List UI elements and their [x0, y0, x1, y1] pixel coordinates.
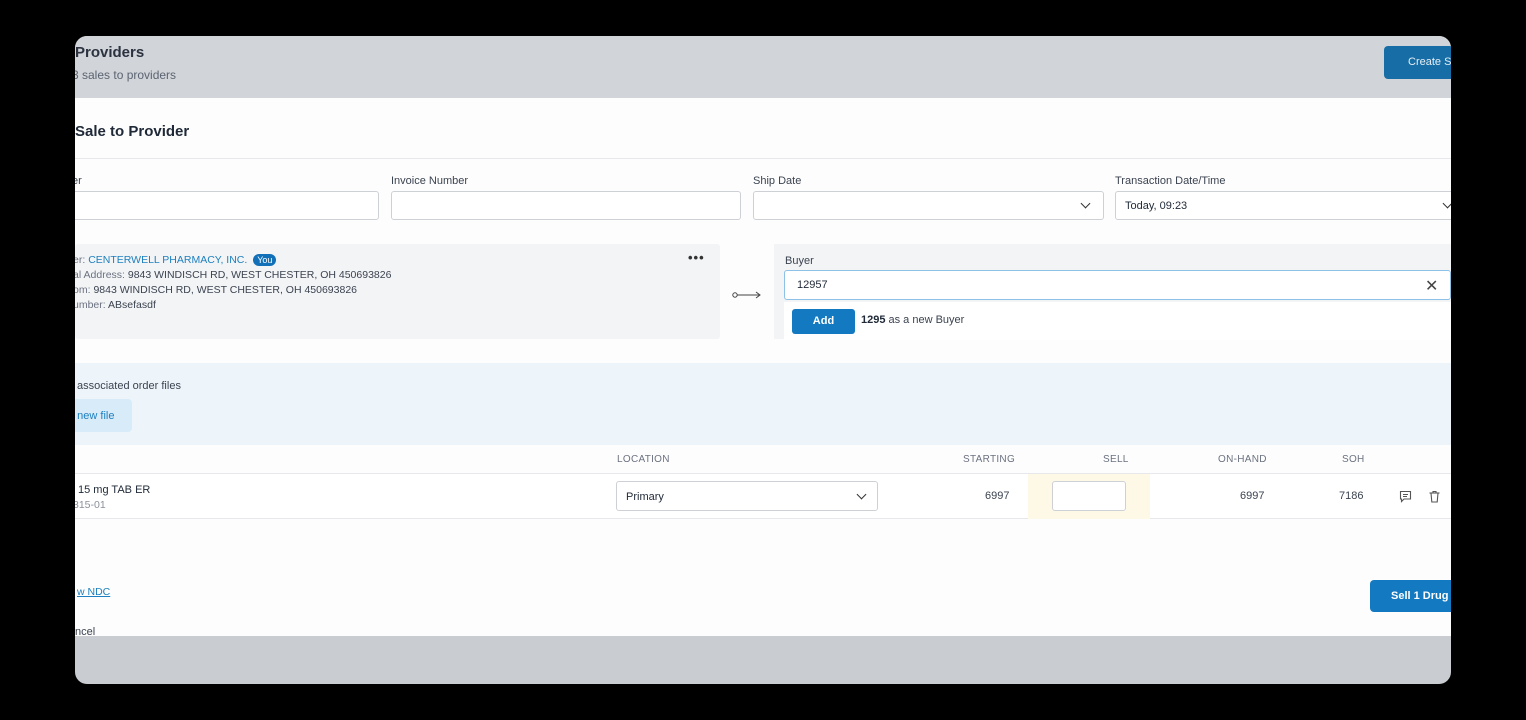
- order-files-label: associated order files: [77, 380, 181, 392]
- you-badge: You: [253, 254, 277, 266]
- page-header: Providers 3 sales to providers Create S: [75, 36, 1451, 98]
- first-field-label: er: [75, 175, 82, 187]
- seller-address-line: al Address: 9843 WINDISCH RD, WEST CHEST…: [75, 269, 391, 281]
- sale-modal: Sale to Provider er Invoice Number Ship …: [75, 98, 1451, 638]
- page-subtitle: 3 sales to providers: [75, 68, 177, 82]
- add-buyer-text: 1295 as a new Buyer: [861, 314, 964, 326]
- location-select[interactable]: Primary: [616, 481, 878, 511]
- modal-title: Sale to Provider: [75, 123, 190, 140]
- comment-icon[interactable]: [1399, 490, 1412, 503]
- seller-name-link[interactable]: CENTERWELL PHARMACY, INC.: [88, 254, 247, 266]
- more-options-icon[interactable]: •••: [688, 250, 705, 265]
- drug-name: 15 mg TAB ER: [78, 484, 151, 496]
- invoice-label: Invoice Number: [391, 175, 469, 187]
- transaction-label: Transaction Date/Time: [1115, 175, 1226, 187]
- first-field-input[interactable]: [75, 191, 379, 220]
- ship-date-select[interactable]: [753, 191, 1104, 220]
- order-files-section: associated order files d new file: [75, 363, 1451, 445]
- drug-code: 315-01: [75, 499, 106, 511]
- buyer-suggestion: Add 1295 as a new Buyer: [784, 302, 1451, 340]
- ship-from-address: 9843 WINDISCH RD, WEST CHESTER, OH 45069…: [93, 284, 357, 296]
- ship-date-label: Ship Date: [753, 175, 802, 187]
- seller-address: 9843 WINDISCH RD, WEST CHESTER, OH 45069…: [127, 269, 392, 281]
- seller-number-line: umber: ABsefasdf: [75, 299, 156, 311]
- sell-input[interactable]: [1052, 481, 1126, 511]
- cancel-button[interactable]: ncel: [75, 626, 95, 638]
- buyer-input[interactable]: 12957 ✕: [784, 270, 1451, 300]
- chevron-down-icon: [1080, 198, 1091, 209]
- buyer-card: Buyer 12957 ✕ Add 1295 as a new Buyer: [774, 244, 1451, 340]
- create-sale-button[interactable]: Create S: [1384, 46, 1451, 79]
- header-soh: SOH: [1342, 454, 1365, 465]
- onhand-value: 6997: [1240, 490, 1265, 502]
- close-icon[interactable]: ✕: [1425, 276, 1438, 296]
- header-onhand: ON-HAND: [1218, 454, 1267, 465]
- add-new-file-button[interactable]: d new file: [75, 399, 132, 432]
- seller-card: er: CENTERWELL PHARMACY, INC. You al Add…: [75, 244, 720, 339]
- number-label: umber:: [75, 299, 106, 311]
- invoice-input[interactable]: [391, 191, 741, 220]
- sell-cell: [1028, 474, 1150, 519]
- app-frame: Providers 3 sales to providers Create S …: [75, 36, 1451, 684]
- arrow-right-icon: [732, 291, 761, 299]
- add-buyer-suffix: as a new Buyer: [888, 314, 965, 326]
- chevron-down-icon: [1442, 198, 1451, 209]
- add-buyer-button[interactable]: Add: [792, 309, 855, 334]
- transaction-select[interactable]: Today, 09:23: [1115, 191, 1451, 220]
- trash-icon[interactable]: [1428, 490, 1441, 503]
- page-title: Providers: [75, 44, 145, 61]
- location-value: Primary: [626, 491, 664, 503]
- header-starting: STARTING: [963, 454, 1016, 465]
- buyer-label: Buyer: [785, 255, 814, 267]
- ship-from-line: om: 9843 WINDISCH RD, WEST CHESTER, OH 4…: [75, 284, 357, 296]
- soh-value: 7186: [1339, 490, 1364, 502]
- header-sell: SELL: [1103, 454, 1129, 465]
- transaction-value: Today, 09:23: [1125, 200, 1188, 212]
- divider: [75, 158, 1451, 159]
- address-label: al Address:: [75, 269, 125, 281]
- seller-number: ABsefasdf: [108, 299, 156, 311]
- starting-value: 6997: [985, 490, 1010, 502]
- add-new-ndc-link[interactable]: w NDC: [77, 586, 110, 598]
- ship-from-label: om:: [75, 284, 91, 296]
- chevron-down-icon: [856, 489, 867, 500]
- buyer-input-value: 12957: [797, 279, 828, 291]
- seller-label: er:: [75, 254, 86, 266]
- table-row: 15 mg TAB ER 315-01 Primary 6997 6997 71…: [75, 473, 1451, 519]
- header-location: LOCATION: [617, 454, 670, 465]
- add-buyer-value: 1295: [861, 314, 886, 326]
- sell-drug-button[interactable]: Sell 1 Drug: [1370, 580, 1451, 612]
- seller-line: er: CENTERWELL PHARMACY, INC. You: [75, 254, 277, 266]
